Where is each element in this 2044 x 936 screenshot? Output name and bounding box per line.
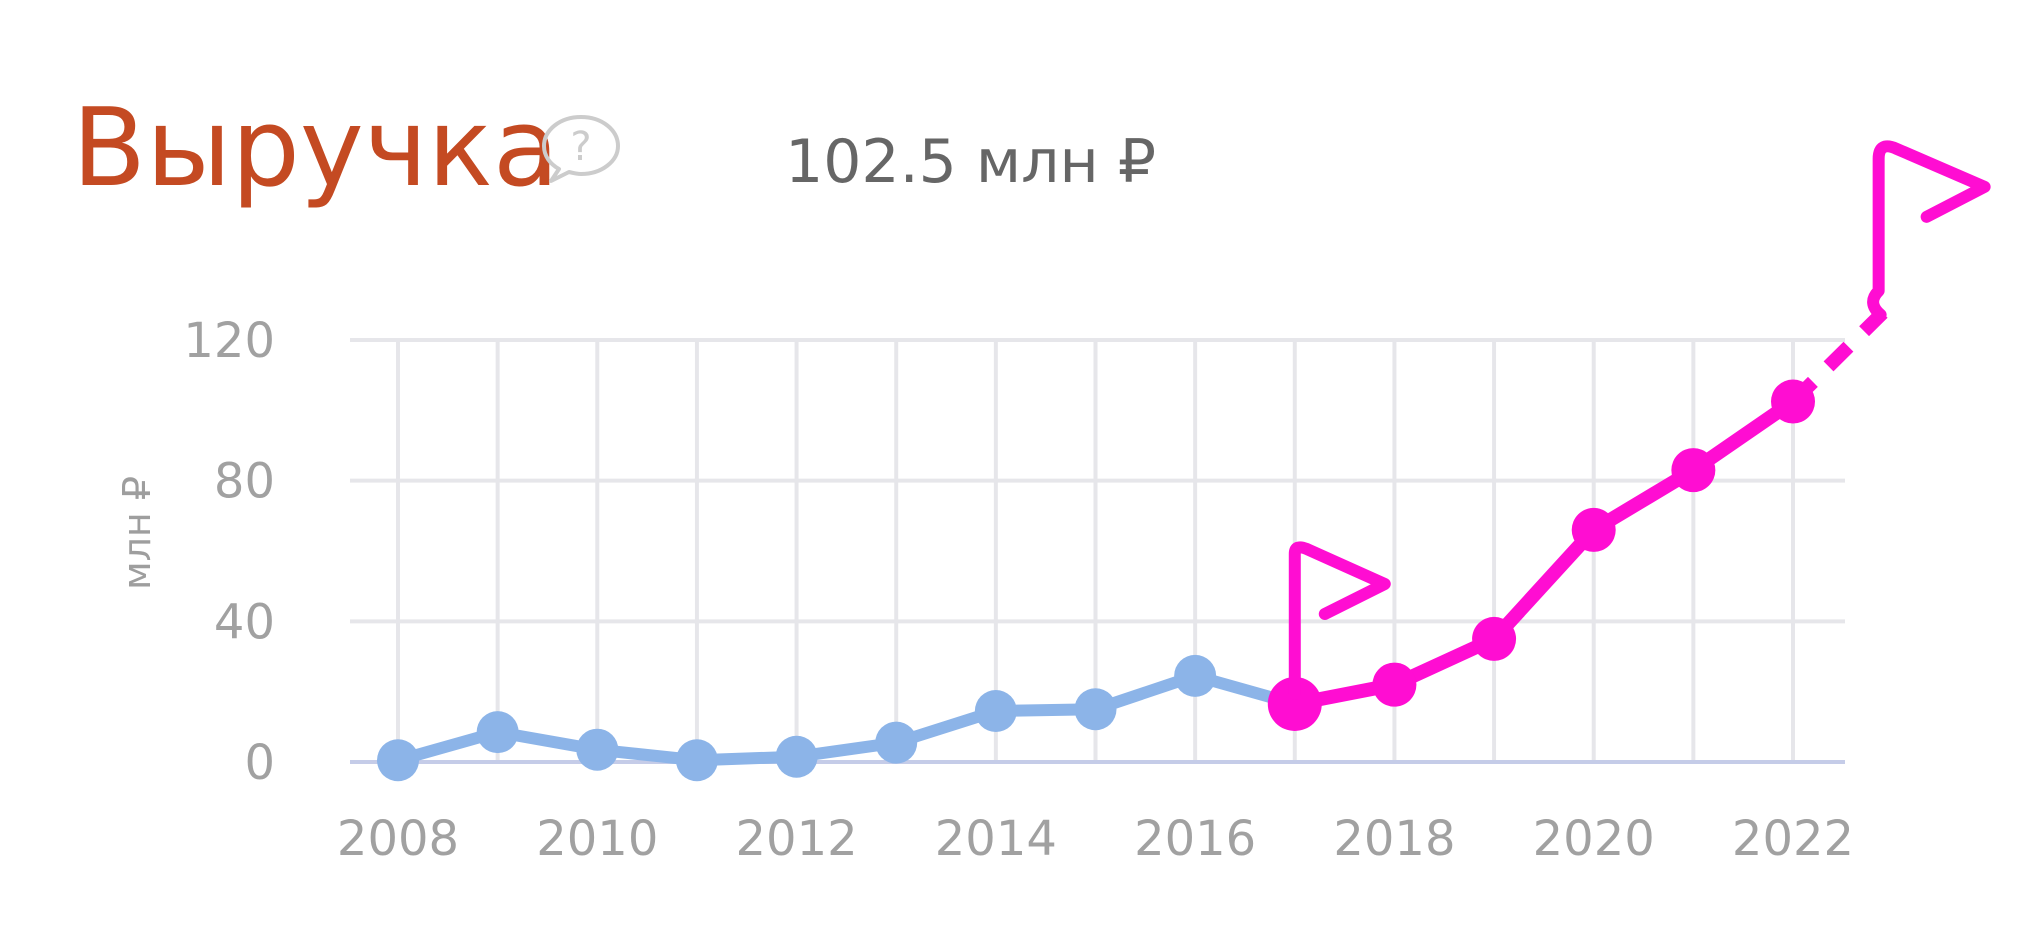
revenue-chart: 0 40 80 120 2008 2010 2012 2014 2016 2018 2020 2022 <box>183 140 1991 867</box>
revenue-widget: Выручка ? 102.5 млн ₽ млн ₽ 0 40 80 120 2008… <box>0 0 2044 936</box>
y-tick-label: 120 <box>183 313 275 369</box>
data-point <box>576 728 619 771</box>
x-tick-label: 2022 <box>1732 811 1854 867</box>
highlight-data-point <box>1372 662 1417 707</box>
x-tick-label: 2018 <box>1333 811 1455 867</box>
highlight-data-point <box>1671 448 1716 493</box>
x-tick-label: 2014 <box>935 811 1057 867</box>
data-point <box>476 711 519 754</box>
projection-line <box>1788 307 1888 407</box>
end-flag-icon <box>1867 140 1991 321</box>
highlight-data-point <box>1571 507 1616 552</box>
highlight-data-point <box>1472 616 1517 661</box>
y-tick-label: 40 <box>214 594 275 650</box>
x-tick-label: 2010 <box>536 811 658 867</box>
data-point <box>377 739 419 782</box>
series-line-highlight <box>1287 394 1800 711</box>
y-tick-label: 80 <box>214 454 275 510</box>
x-tick-label: 2008 <box>337 811 459 867</box>
y-tick-label: 0 <box>244 735 275 791</box>
x-tick-label: 2016 <box>1134 811 1256 867</box>
data-point <box>974 690 1017 733</box>
x-tick-label: 2012 <box>735 811 857 867</box>
x-tick-label: 2020 <box>1533 811 1655 867</box>
data-point <box>1074 688 1117 731</box>
data-point <box>775 735 818 778</box>
data-point <box>675 739 718 782</box>
data-point <box>1174 654 1217 697</box>
data-point <box>875 721 918 764</box>
series-line-base <box>392 669 1301 767</box>
